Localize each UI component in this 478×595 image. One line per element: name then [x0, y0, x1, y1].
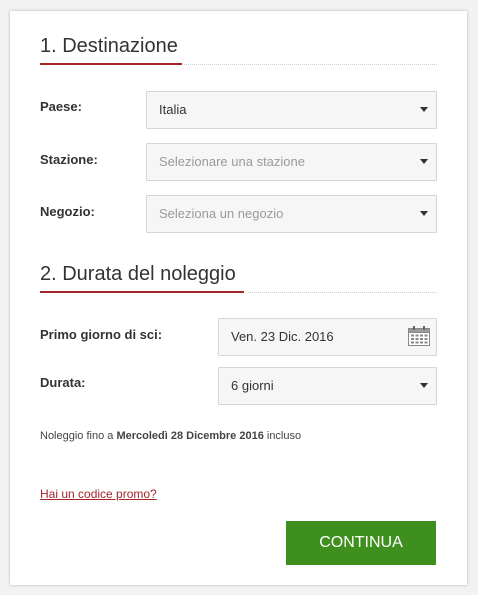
station-select-placeholder: Selezionare una stazione	[159, 154, 305, 169]
country-select-value: Italia	[159, 102, 187, 117]
section-title-underline	[40, 63, 182, 65]
calendar-icon[interactable]	[408, 326, 430, 346]
section-title-underline	[40, 291, 244, 293]
divider	[246, 292, 437, 293]
station-select[interactable]: Selezionare una stazione	[146, 143, 437, 181]
chevron-down-icon	[420, 383, 428, 388]
first-ski-day-label: Primo giorno di sci:	[40, 327, 163, 342]
chevron-down-icon	[420, 107, 428, 112]
shop-select-placeholder: Seleziona un negozio	[159, 206, 284, 221]
first-ski-day-date-input[interactable]: Ven. 23 Dic. 2016	[218, 318, 437, 356]
chevron-down-icon	[420, 159, 428, 164]
rental-end-note: Noleggio fino a Mercoledì 28 Dicembre 20…	[40, 430, 301, 442]
duration-select[interactable]: 6 giorni	[218, 367, 437, 405]
divider	[184, 64, 437, 65]
duration-label: Durata:	[40, 375, 86, 390]
rental-end-note-prefix: Noleggio fino a	[40, 430, 117, 442]
chevron-down-icon	[420, 211, 428, 216]
section-title-rental-duration: 2. Durata del noleggio	[40, 263, 236, 285]
shop-label: Negozio:	[40, 204, 95, 219]
rental-end-date: Mercoledì 28 Dicembre 2016	[116, 430, 264, 442]
duration-select-value: 6 giorni	[231, 378, 274, 393]
country-label: Paese:	[40, 99, 82, 114]
station-label: Stazione:	[40, 152, 98, 167]
first-ski-day-value: Ven. 23 Dic. 2016	[231, 329, 334, 344]
rental-form-card: 1. Destinazione Paese: Italia Stazione: …	[10, 11, 467, 585]
section-title-destination: 1. Destinazione	[40, 35, 178, 57]
promo-code-link[interactable]: Hai un codice promo?	[40, 487, 157, 501]
rental-end-note-suffix: incluso	[263, 430, 302, 442]
country-select[interactable]: Italia	[146, 91, 437, 129]
shop-select[interactable]: Seleziona un negozio	[146, 195, 437, 233]
continue-button[interactable]: CONTINUA	[286, 521, 436, 565]
